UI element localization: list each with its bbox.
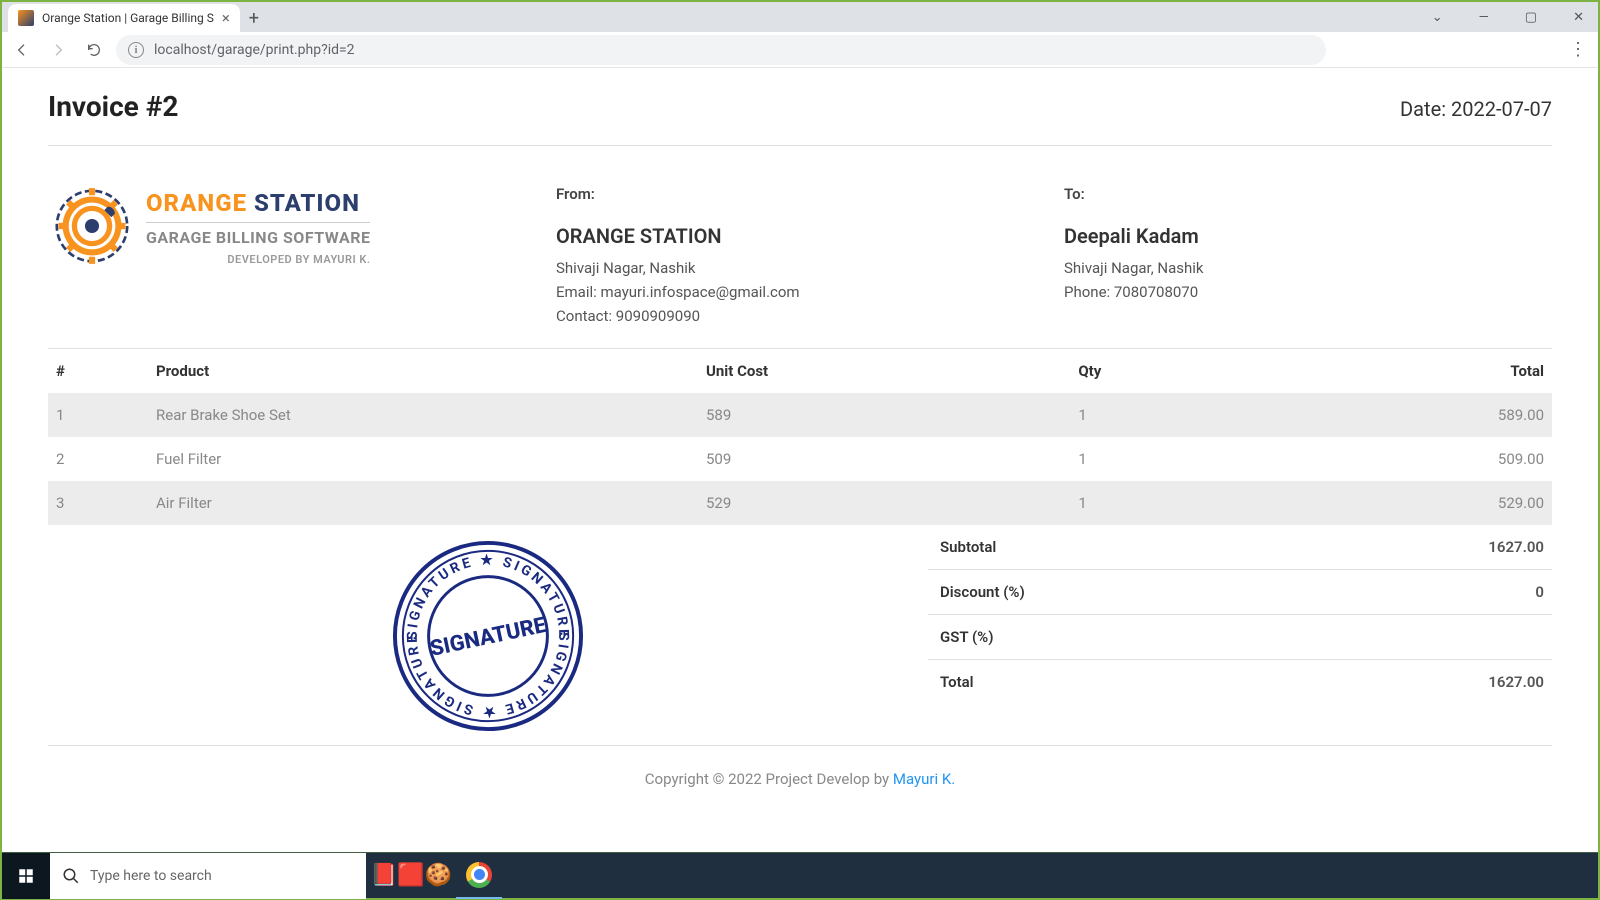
to-name: Deepali Kadam: [1064, 220, 1552, 252]
tab-close-icon[interactable]: ×: [222, 9, 230, 27]
search-placeholder: Type here to search: [90, 868, 212, 884]
minimize-button[interactable]: —: [1471, 6, 1497, 29]
from-label: From:: [556, 182, 1044, 206]
from-block: From: ORANGE STATION Shivaji Nagar, Nash…: [556, 182, 1044, 328]
th-qty: Qty: [1070, 349, 1256, 393]
invoice-info: ORANGE STATION GARAGE BILLING SOFTWARE D…: [48, 146, 1552, 349]
table-row: 2 Fuel Filter 509 1 509.00: [48, 437, 1552, 481]
back-button[interactable]: [8, 36, 36, 64]
browser-tab-active[interactable]: Orange Station | Garage Billing S ×: [8, 4, 240, 32]
reload-button[interactable]: [80, 36, 108, 64]
to-address: Shivaji Nagar, Nashik: [1064, 256, 1552, 280]
th-total: Total: [1256, 349, 1552, 393]
invoice-date: Date: 2022-07-07: [1400, 97, 1552, 121]
browser-menu-button[interactable]: ⋮: [1564, 36, 1592, 64]
forward-button[interactable]: [44, 36, 72, 64]
svg-text:SIGNATURE: SIGNATURE: [428, 613, 549, 662]
table-row: 1 Rear Brake Shoe Set 589 1 589.00: [48, 393, 1552, 437]
chevron-down-icon[interactable]: ⌄: [1424, 6, 1451, 29]
to-block: To: Deepali Kadam Shivaji Nagar, Nashik …: [1064, 182, 1552, 328]
taskbar-search[interactable]: Type here to search: [50, 853, 366, 899]
signature-stamp-icon: SIGNATURE ★ SIGNATURE SIGNATURE ★ SIGNAT…: [389, 537, 587, 735]
table-row: 3 Air Filter 529 1 529.00: [48, 481, 1552, 525]
items-table: # Product Unit Cost Qty Total 1 Rear Bra…: [48, 349, 1552, 525]
tab-favicon: [18, 10, 34, 26]
reload-icon: [86, 42, 102, 58]
logo-text: ORANGE STATION GARAGE BILLING SOFTWARE D…: [146, 184, 370, 269]
browser-toolbar: i localhost/garage/print.php?id=2 ⋮: [2, 32, 1598, 68]
invoice-page: Invoice #2 Date: 2022-07-07: [4, 70, 1596, 808]
th-unit-cost: Unit Cost: [698, 349, 1070, 393]
gst-row: GST (%): [928, 615, 1552, 660]
window-controls: ⌄ — ▢ ✕: [1424, 2, 1592, 32]
arrow-left-icon: [14, 42, 30, 58]
logo-gear-icon: [48, 182, 136, 270]
subtotal-row: Subtotal 1627.00: [928, 525, 1552, 570]
discount-row: Discount (%) 0: [928, 570, 1552, 615]
from-email: Email: mayuri.infospace@gmail.com: [556, 280, 1044, 304]
invoice-header: Invoice #2 Date: 2022-07-07: [48, 90, 1552, 146]
site-info-icon[interactable]: i: [128, 42, 144, 58]
new-tab-button[interactable]: +: [240, 4, 268, 32]
author-link[interactable]: Mayuri K.: [893, 770, 955, 788]
from-address: Shivaji Nagar, Nashik: [556, 256, 1044, 280]
company-logo: ORANGE STATION GARAGE BILLING SOFTWARE D…: [48, 182, 536, 328]
th-product: Product: [148, 349, 698, 393]
table-header-row: # Product Unit Cost Qty Total: [48, 349, 1552, 393]
invoice-title: Invoice #2: [48, 90, 178, 123]
page-footer: Copyright © 2022 Project Develop by Mayu…: [48, 745, 1552, 788]
from-contact: Contact: 9090909090: [556, 304, 1044, 328]
tab-title: Orange Station | Garage Billing S: [42, 11, 214, 25]
to-label: To:: [1064, 182, 1552, 206]
total-row: Total 1627.00: [928, 660, 1552, 704]
windows-icon: [17, 867, 35, 885]
taskbar-chrome[interactable]: [456, 853, 502, 899]
windows-taskbar: Type here to search 📕🟥🍪: [2, 852, 1598, 898]
invoice-bottom: SIGNATURE ★ SIGNATURE SIGNATURE ★ SIGNAT…: [48, 525, 1552, 735]
url-text: localhost/garage/print.php?id=2: [154, 42, 355, 58]
to-phone: Phone: 7080708070: [1064, 280, 1552, 304]
from-name: ORANGE STATION: [556, 220, 1044, 252]
page-viewport[interactable]: Invoice #2 Date: 2022-07-07: [4, 70, 1596, 850]
address-bar[interactable]: i localhost/garage/print.php?id=2: [116, 35, 1326, 65]
totals-block: Subtotal 1627.00 Discount (%) 0 GST (%) …: [928, 525, 1552, 735]
signature-area: SIGNATURE ★ SIGNATURE SIGNATURE ★ SIGNAT…: [48, 525, 928, 735]
maximize-button[interactable]: ▢: [1517, 6, 1545, 29]
browser-tab-strip: Orange Station | Garage Billing S × + ⌄ …: [2, 2, 1598, 32]
taskbar-widgets[interactable]: 📕🟥🍪: [366, 863, 456, 888]
search-icon: [62, 867, 80, 885]
close-window-button[interactable]: ✕: [1565, 6, 1592, 29]
chrome-icon: [466, 862, 492, 888]
start-button[interactable]: [2, 853, 50, 899]
arrow-right-icon: [50, 42, 66, 58]
th-num: #: [48, 349, 148, 393]
